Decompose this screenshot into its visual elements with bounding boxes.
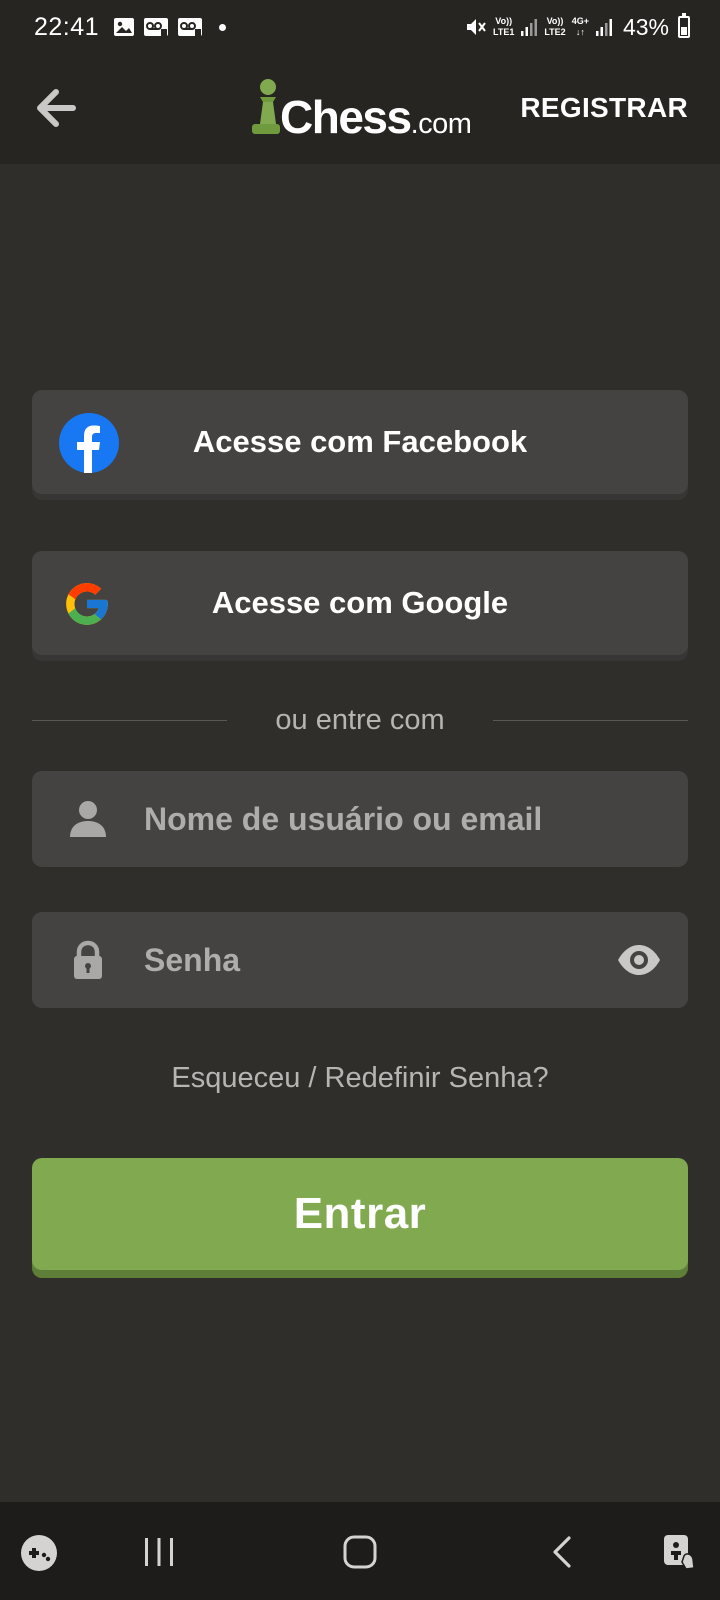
network-label-bottom: ↓↑	[575, 27, 585, 37]
google-icon	[66, 583, 108, 625]
network-label-3: 4G+ ↓↑	[572, 16, 589, 38]
system-nav-bar	[0, 1502, 720, 1600]
username-field[interactable]: Nome de usuário ou email	[32, 771, 688, 867]
status-bar: 22:41 Vo)) LTE1 Vo)) LTE2 4G+ ↓↑ 43%	[0, 0, 720, 54]
or-divider: ou entre com	[32, 700, 689, 740]
google-login-button[interactable]: Acesse com Google	[32, 551, 688, 655]
divider-line	[492, 719, 689, 721]
login-screen: 22:41 Vo)) LTE1 Vo)) LTE2 4G+ ↓↑ 43% Che…	[0, 0, 720, 1600]
password-placeholder: Senha	[144, 941, 241, 978]
divider-text: ou entre com	[275, 703, 445, 736]
lock-icon	[74, 940, 102, 979]
eye-icon[interactable]	[616, 942, 662, 978]
notification-dot	[219, 23, 227, 31]
network-label-bottom: LTE2	[544, 27, 566, 37]
status-indicators: Vo)) LTE1 Vo)) LTE2 4G+ ↓↑ 43%	[465, 13, 690, 41]
back-arrow-icon[interactable]	[34, 86, 78, 130]
network-label-top: Vo))	[546, 16, 564, 26]
facebook-icon	[59, 413, 119, 473]
recents-icon[interactable]	[142, 1536, 176, 1568]
password-field[interactable]: Senha	[32, 912, 688, 1008]
signal-icon	[595, 19, 612, 36]
gallery-icon	[114, 18, 135, 36]
battery-level	[681, 27, 687, 35]
pawn-icon	[252, 79, 280, 134]
home-icon[interactable]	[342, 1534, 378, 1570]
username-placeholder: Nome de usuário ou email	[144, 800, 543, 837]
logo-text: Chess	[280, 91, 412, 143]
network-label-2: Vo)) LTE2	[544, 16, 565, 38]
accessibility-icon[interactable]	[660, 1532, 700, 1572]
voicemail-icon	[144, 18, 169, 36]
back-icon[interactable]	[550, 1536, 574, 1568]
network-label-top: Vo))	[495, 16, 513, 26]
network-label-top: 4G+	[571, 16, 589, 26]
network-label-bottom: LTE1	[493, 27, 515, 37]
status-time: 22:41	[34, 12, 100, 41]
facebook-login-button[interactable]: Acesse com Facebook	[32, 390, 688, 494]
battery-icon	[678, 13, 690, 38]
notification-icons	[113, 17, 227, 37]
voicemail-icon	[178, 18, 203, 36]
app-header: Chess .com REGISTRAR	[0, 54, 720, 164]
facebook-login-label: Acesse com Facebook	[192, 424, 528, 459]
mute-icon	[467, 19, 486, 35]
game-launcher-icon[interactable]	[20, 1534, 58, 1572]
user-icon	[70, 801, 106, 837]
chess-com-logo: Chess .com	[250, 76, 472, 143]
forgot-password-link[interactable]: Esqueceu / Redefinir Senha?	[0, 1062, 720, 1095]
register-button[interactable]: REGISTRAR	[520, 92, 688, 124]
logo-suffix: .com	[410, 108, 472, 140]
signal-icon	[521, 19, 538, 36]
google-login-label: Acesse com Google	[211, 585, 509, 620]
battery-percent: 43%	[622, 13, 669, 40]
divider-line	[32, 719, 228, 721]
login-button[interactable]: Entrar	[32, 1158, 688, 1270]
network-label-1: Vo)) LTE1	[493, 16, 514, 38]
